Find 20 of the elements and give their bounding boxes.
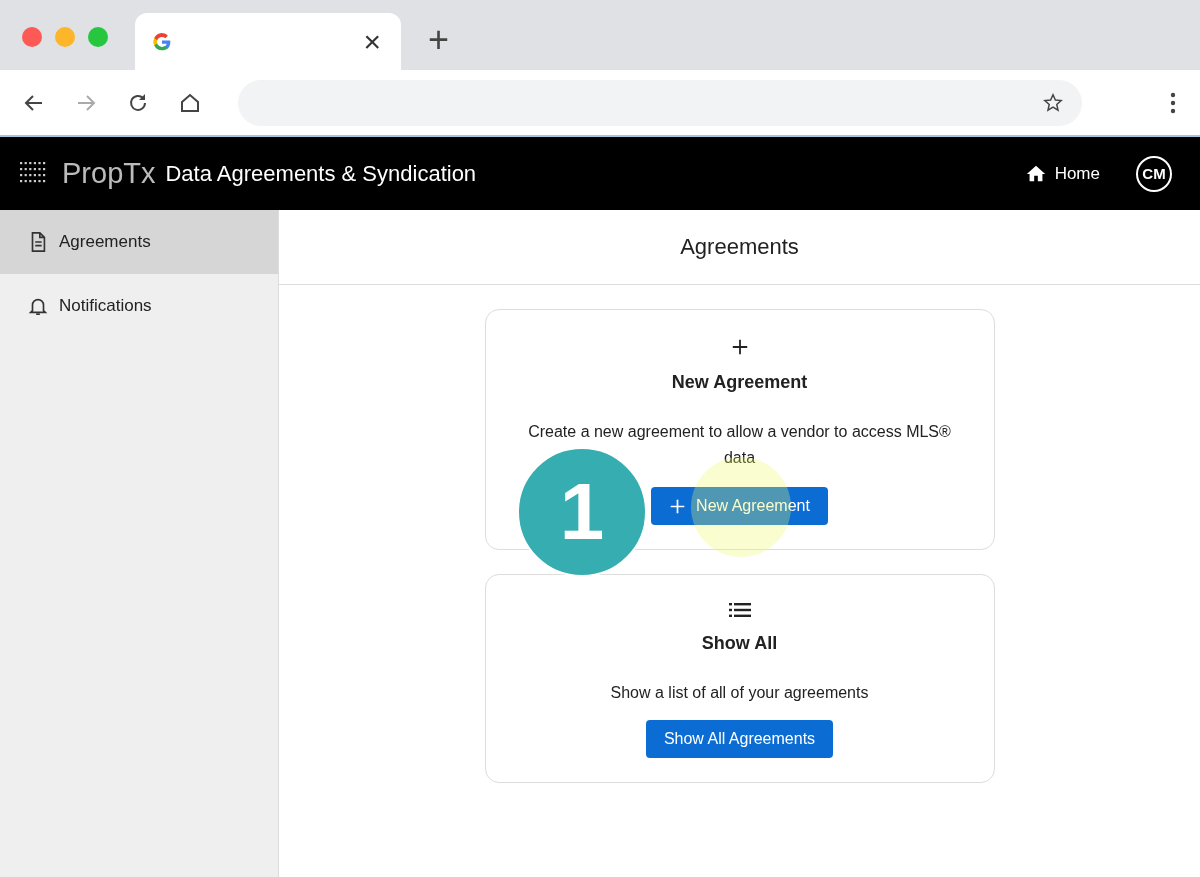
sidebar-item[interactable]: Agreements: [0, 210, 278, 274]
app-title: Data Agreements & Syndication: [165, 160, 477, 187]
google-icon: [152, 31, 172, 52]
sidebar-item[interactable]: Notifications: [0, 274, 278, 338]
step-badge: 1: [517, 447, 648, 577]
close-tab-button[interactable]: ×: [363, 26, 381, 57]
star-icon[interactable]: [1042, 91, 1064, 114]
card-title: Show All: [701, 633, 778, 654]
browser-tab[interactable]: ×: [135, 13, 401, 70]
user-avatar[interactable]: CM: [1136, 155, 1172, 192]
primary-button[interactable]: Show All Agreements: [645, 720, 834, 758]
logo-text: PropTx: [62, 157, 156, 190]
list-icon: [728, 603, 751, 617]
home-link[interactable]: Home: [1024, 162, 1100, 185]
plus-icon: [730, 338, 749, 356]
menu-icon[interactable]: [1170, 91, 1176, 114]
new-tab-button[interactable]: +: [428, 22, 450, 58]
card-title: New Agreement: [671, 372, 808, 393]
page-title: Agreements: [680, 234, 799, 260]
card-description: Show a list of all of your agreements: [610, 683, 869, 703]
